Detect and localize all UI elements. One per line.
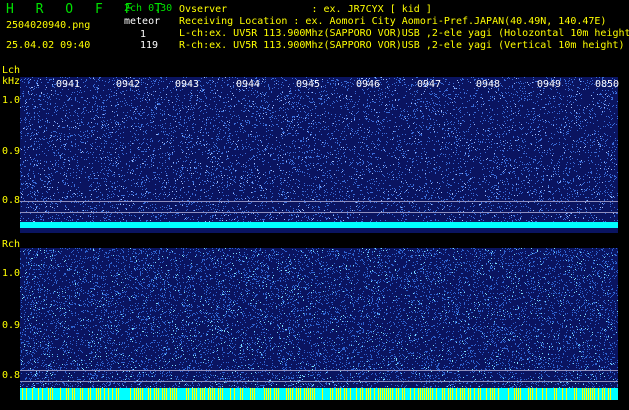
time-label-0948: 0948 bbox=[468, 80, 508, 90]
rch-label: Rch bbox=[2, 240, 20, 250]
rch-receiver-line: R-ch:ex. UV5R 113.900Mhz(SAPPORO VOR)USB… bbox=[179, 41, 625, 51]
time-label-0941: 0941 bbox=[48, 80, 88, 90]
lch-unit-label: kHz bbox=[2, 77, 20, 87]
time-label-0947: 0947 bbox=[409, 80, 449, 90]
rch-ytick-1.0: 1.0 bbox=[0, 268, 20, 279]
lch-guide-line bbox=[20, 201, 618, 202]
rch-guide-line bbox=[20, 381, 618, 382]
lch-ytick-0.9: 0.9 bbox=[0, 146, 20, 157]
observer-line: Ovserver : ex. JR7CYX [ kid ] bbox=[179, 5, 432, 15]
rch-ytick-0.8: 0.8 bbox=[0, 370, 20, 381]
lch-guide-line bbox=[20, 212, 618, 213]
noise-texture bbox=[20, 248, 618, 400]
lch-label: Lch bbox=[2, 66, 20, 76]
noise-texture bbox=[20, 77, 618, 228]
time-label-0850: 0850 bbox=[587, 80, 627, 90]
spectrogram-window: H R O F F T 2504020940.png 25.04.02 09:4… bbox=[0, 0, 629, 410]
time-label-0946: 0946 bbox=[348, 80, 388, 90]
lch-receiver-line: L-ch:ex. UV5R 113.900Mhz(SAPPORO VOR)USB… bbox=[179, 29, 629, 39]
time-label-0949: 0949 bbox=[529, 80, 569, 90]
lch-ytick-0.8: 0.8 bbox=[0, 195, 20, 206]
rch-spectrogram bbox=[20, 248, 618, 400]
file-name: 2504020940.png bbox=[6, 21, 90, 31]
rch-guide-line bbox=[20, 370, 618, 371]
lch-meteor-count: 1 bbox=[140, 30, 146, 40]
time-label-0942: 0942 bbox=[108, 80, 148, 90]
location-line: Receiving Location : ex. Aomori City Aom… bbox=[179, 17, 606, 27]
time-label-0944: 0944 bbox=[228, 80, 268, 90]
timestamp: 25.04.02 09:40 bbox=[6, 41, 90, 51]
rch-meteor-count: 119 bbox=[140, 41, 158, 51]
version-label: 2ch 0.30 bbox=[124, 4, 172, 14]
rch-ytick-0.9: 0.9 bbox=[0, 320, 20, 331]
count-label: meteor bbox=[124, 17, 160, 27]
time-label-0945: 0945 bbox=[288, 80, 328, 90]
time-label-0943: 0943 bbox=[167, 80, 207, 90]
lch-spectrogram bbox=[20, 77, 618, 233]
header-panel: H R O F F T 2504020940.png 25.04.02 09:4… bbox=[0, 0, 629, 68]
lch-ytick-1.0: 1.0 bbox=[0, 95, 20, 106]
